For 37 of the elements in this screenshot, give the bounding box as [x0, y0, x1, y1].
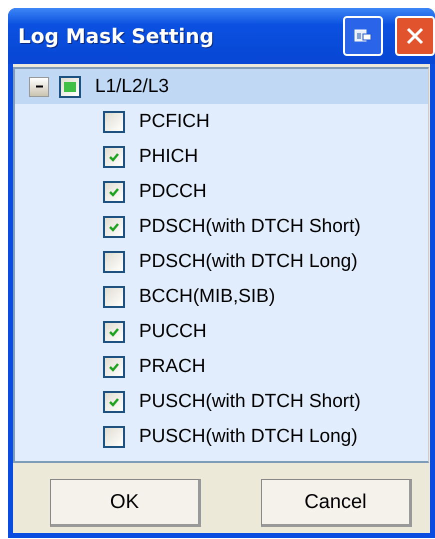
- checkbox[interactable]: [59, 76, 81, 98]
- restore-button[interactable]: [343, 16, 383, 56]
- tree-label: BCCH(MIB,SIB): [139, 286, 276, 308]
- window-icon: [354, 28, 372, 44]
- checkbox[interactable]: [103, 180, 125, 202]
- check-icon: [108, 326, 120, 338]
- checkbox[interactable]: [103, 250, 125, 272]
- checkbox[interactable]: [103, 286, 125, 308]
- checkbox[interactable]: [103, 390, 125, 412]
- tree-label: PUSCH(with DTCH Long): [139, 426, 358, 448]
- dialog-button[interactable]: Cancel: [261, 479, 412, 527]
- checkbox[interactable]: [103, 320, 125, 342]
- tree-label: PDCCH: [139, 180, 207, 202]
- tree-label: PCFICH: [139, 110, 210, 132]
- checkbox[interactable]: [103, 426, 125, 448]
- tree-label: PDSCH(with DTCH Long): [139, 250, 358, 272]
- tree-label: PHICH: [139, 146, 198, 168]
- check-icon: [108, 396, 120, 408]
- check-icon: [108, 186, 120, 198]
- tree-label: PUSCH(with DTCH Short): [139, 390, 361, 412]
- collapse-icon[interactable]: [29, 76, 49, 96]
- tree-label: PDSCH(with DTCH Short): [139, 216, 361, 238]
- check-icon: [108, 360, 120, 372]
- check-icon: [108, 220, 120, 232]
- tree-node[interactable]: L1/L2/L3: [15, 69, 428, 104]
- window-title: Log Mask Setting: [18, 24, 215, 48]
- checkbox[interactable]: [103, 146, 125, 168]
- checkbox[interactable]: [103, 216, 125, 238]
- close-icon: [405, 26, 425, 46]
- tree-label: L1/L2/L3: [95, 76, 169, 98]
- tree-label: PRACH: [139, 356, 206, 378]
- check-icon: [108, 150, 120, 162]
- close-button[interactable]: [395, 16, 435, 56]
- dialog-button[interactable]: OK: [50, 479, 201, 527]
- tree-label: PUCCH: [139, 320, 207, 342]
- checkbox[interactable]: [103, 110, 125, 132]
- checkbox[interactable]: [103, 356, 125, 378]
